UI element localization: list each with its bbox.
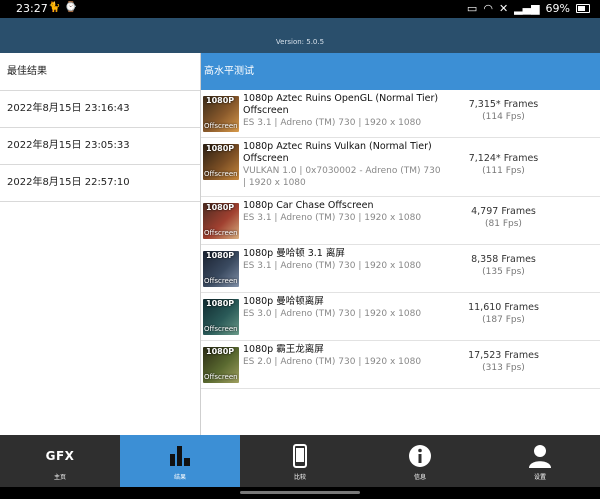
nav-label: 主页 xyxy=(53,474,66,481)
high-level-tests-title: 高水平测试 xyxy=(201,53,600,90)
nav-results[interactable]: 结果 xyxy=(120,435,240,487)
person-icon xyxy=(480,444,600,468)
test-frames: 8,358 Frames xyxy=(471,254,536,265)
wifi-icon: ◠ xyxy=(483,2,493,15)
test-fps: (135 Fps) xyxy=(482,267,525,277)
test-fps: (187 Fps) xyxy=(482,315,525,325)
nav-label: 设置 xyxy=(533,474,546,481)
test-score: 17,523 Frames (313 Fps) xyxy=(451,349,556,375)
test-results-panel: 高水平测试 1080P Offscreen 1080p Aztec Ruins … xyxy=(201,53,600,435)
test-thumbnail: 1080P Offscreen xyxy=(203,96,239,132)
test-row-car-chase[interactable]: 1080P Offscreen 1080p Car Chase Offscree… xyxy=(201,197,600,245)
test-info: 1080p Car Chase Offscreen ES 3.1 | Adren… xyxy=(243,200,443,224)
test-details: ES 3.1 | Adreno (TM) 730 | 1920 x 1080 xyxy=(243,118,422,128)
info-icon xyxy=(360,444,480,468)
app-header: Version: 5.0.5 xyxy=(0,18,600,53)
result-session-item[interactable]: 2022年8月15日 23:05:33 xyxy=(0,128,200,165)
version-label: Version: 5.0.5 xyxy=(275,38,325,46)
test-info: 1080p 曼哈顿离屏 ES 3.0 | Adreno (TM) 730 | 1… xyxy=(243,296,443,320)
battery-icon xyxy=(576,4,590,13)
test-info: 1080p 曼哈顿 3.1 离屏 ES 3.1 | Adreno (TM) 73… xyxy=(243,248,443,272)
best-results-panel: 最佳结果 2022年8月15日 23:16:43 2022年8月15日 23:0… xyxy=(0,53,201,435)
test-details: VULKAN 1.0 | 0x7030002 - Adreno (TM) 730… xyxy=(243,166,441,188)
nav-home[interactable]: GFX 主页 xyxy=(0,435,120,487)
test-row-trex[interactable]: 1080P Offscreen 1080p 霸王龙离屏 ES 2.0 | Adr… xyxy=(201,341,600,389)
watch-notification-icon: ⌚ xyxy=(64,2,77,13)
test-thumbnail: 1080P Offscreen xyxy=(203,299,239,335)
test-details: ES 3.1 | Adreno (TM) 730 | 1920 x 1080 xyxy=(243,213,422,223)
test-name: 1080p Car Chase Offscreen xyxy=(243,200,374,211)
test-row-manhattan[interactable]: 1080P Offscreen 1080p 曼哈顿离屏 ES 3.0 | Adr… xyxy=(201,293,600,341)
home-indicator[interactable] xyxy=(240,491,360,494)
gesture-area xyxy=(0,487,600,499)
test-info: 1080p Aztec Ruins Vulkan (Normal Tier) O… xyxy=(243,141,443,189)
status-time: 23:27 xyxy=(16,2,48,15)
cat-notification-icon: 🐈 xyxy=(48,2,61,13)
test-score: 7,124* Frames (111 Fps) xyxy=(451,152,556,178)
status-bar: 23:27 🐈 ⌚ ▭ ◠ ✕ ▂▄▆ 69% xyxy=(0,0,600,18)
test-score: 11,610 Frames (187 Fps) xyxy=(451,301,556,327)
vr-icon: ▭ xyxy=(466,2,478,15)
test-details: ES 2.0 | Adreno (TM) 730 | 1920 x 1080 xyxy=(243,357,422,367)
result-session-item[interactable]: 2022年8月15日 23:16:43 xyxy=(0,91,200,128)
app-window: 23:27 🐈 ⌚ ▭ ◠ ✕ ▂▄▆ 69% Version: 5.0.5 最… xyxy=(0,0,600,499)
nav-compare[interactable]: 比较 xyxy=(240,435,360,487)
test-name: 1080p Aztec Ruins OpenGL (Normal Tier) O… xyxy=(243,93,439,116)
test-name: 1080p Aztec Ruins Vulkan (Normal Tier) O… xyxy=(243,141,432,164)
test-frames: 7,315* Frames xyxy=(468,99,539,110)
test-frames: 4,797 Frames xyxy=(471,206,536,217)
test-score: 8,358 Frames (135 Fps) xyxy=(451,253,556,279)
test-info: 1080p Aztec Ruins OpenGL (Normal Tier) O… xyxy=(243,93,443,129)
signal-icon: ▂▄▆ xyxy=(514,2,540,15)
bar-chart-icon xyxy=(120,444,240,468)
test-fps: (81 Fps) xyxy=(485,219,522,229)
battery-percent: 69% xyxy=(545,2,570,15)
test-fps: (111 Fps) xyxy=(482,166,525,176)
gfx-logo: GFX xyxy=(45,449,75,463)
nav-label: 结果 xyxy=(173,474,186,481)
best-results-title: 最佳结果 xyxy=(0,53,200,91)
test-frames: 17,523 Frames xyxy=(468,350,539,361)
phone-icon xyxy=(240,444,360,468)
test-fps: (114 Fps) xyxy=(482,112,525,122)
test-thumbnail: 1080P Offscreen xyxy=(203,203,239,239)
nav-label: 比较 xyxy=(293,474,306,481)
bottom-nav: GFX 主页 结果 比较 信息 设置 xyxy=(0,435,600,487)
test-details: ES 3.0 | Adreno (TM) 730 | 1920 x 1080 xyxy=(243,309,422,319)
test-score: 7,315* Frames (114 Fps) xyxy=(451,98,556,124)
test-name: 1080p 霸王龙离屏 xyxy=(243,344,324,355)
test-details: ES 3.1 | Adreno (TM) 730 | 1920 x 1080 xyxy=(243,261,422,271)
test-row-aztec-opengl[interactable]: 1080P Offscreen 1080p Aztec Ruins OpenGL… xyxy=(201,90,600,138)
test-thumbnail: 1080P Offscreen xyxy=(203,347,239,383)
nav-info[interactable]: 信息 xyxy=(360,435,480,487)
test-fps: (313 Fps) xyxy=(482,363,525,373)
status-right: ▭ ◠ ✕ ▂▄▆ 69% xyxy=(467,2,590,15)
test-frames: 11,610 Frames xyxy=(468,302,539,313)
nav-settings[interactable]: 设置 xyxy=(480,435,600,487)
mute-icon: ✕ xyxy=(498,2,509,15)
test-thumbnail: 1080P Offscreen xyxy=(203,251,239,287)
test-row-manhattan-31[interactable]: 1080P Offscreen 1080p 曼哈顿 3.1 离屏 ES 3.1 … xyxy=(201,245,600,293)
test-name: 1080p 曼哈顿离屏 xyxy=(243,296,324,307)
test-score: 4,797 Frames (81 Fps) xyxy=(451,205,556,231)
test-frames: 7,124* Frames xyxy=(468,153,539,164)
notification-icons: 🐈 ⌚ xyxy=(48,2,77,13)
test-name: 1080p 曼哈顿 3.1 离屏 xyxy=(243,248,345,259)
test-thumbnail: 1080P Offscreen xyxy=(203,144,239,180)
result-session-item[interactable]: 2022年8月15日 22:57:10 xyxy=(0,165,200,202)
test-row-aztec-vulkan[interactable]: 1080P Offscreen 1080p Aztec Ruins Vulkan… xyxy=(201,138,600,197)
test-info: 1080p 霸王龙离屏 ES 2.0 | Adreno (TM) 730 | 1… xyxy=(243,344,443,368)
nav-label: 信息 xyxy=(413,474,426,481)
